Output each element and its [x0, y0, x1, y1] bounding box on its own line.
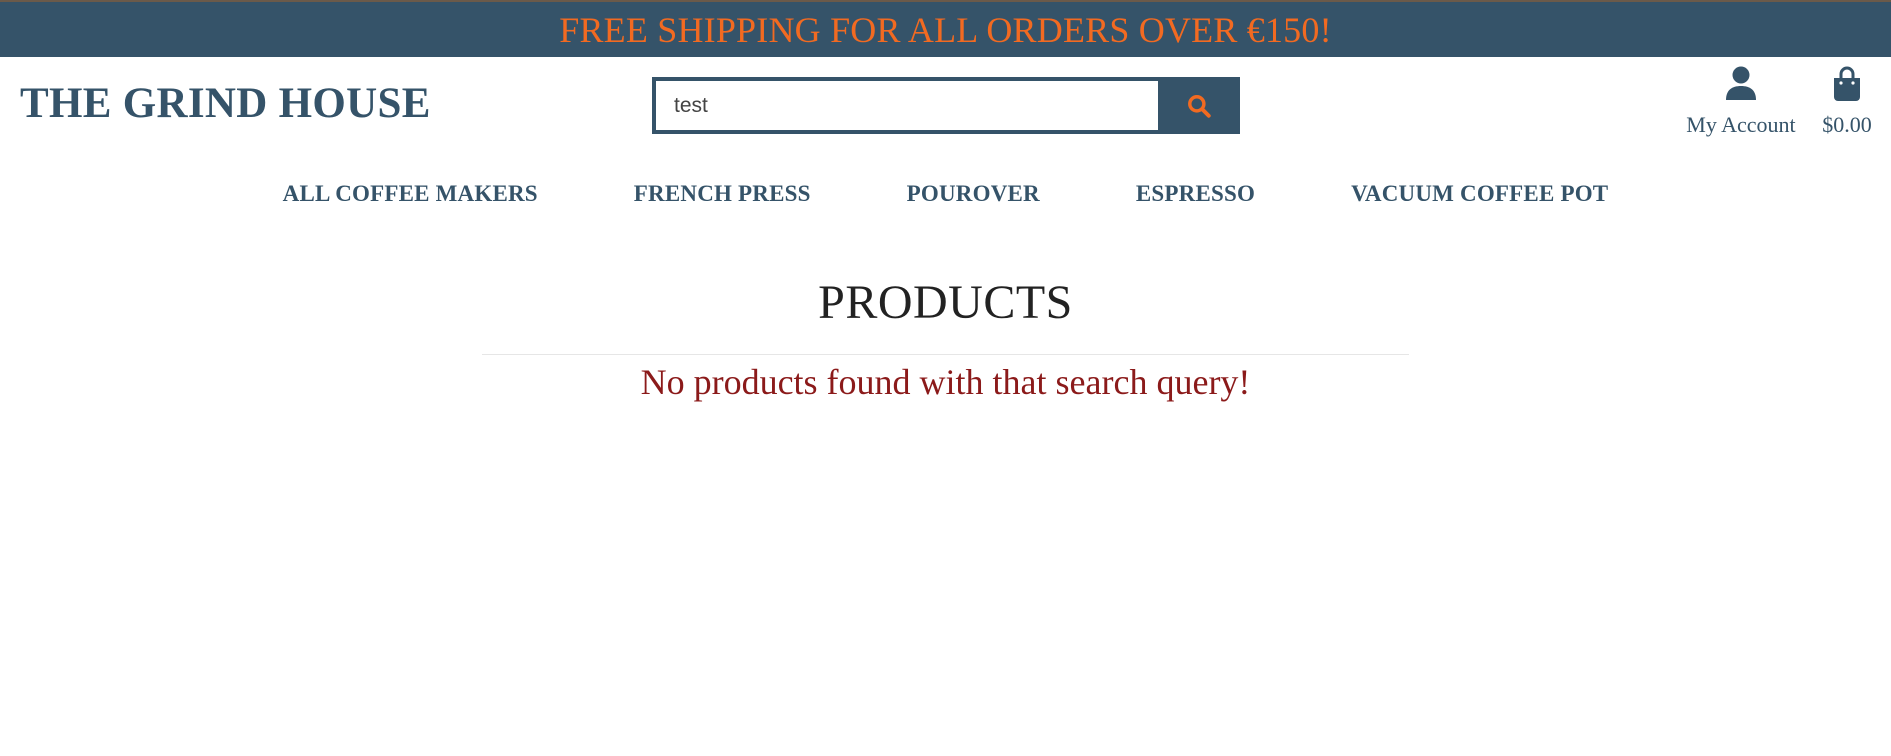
title-divider: [482, 354, 1409, 355]
site-logo[interactable]: THE GRIND HOUSE: [20, 82, 431, 125]
main-navigation: ALL COFFEE MAKERS FRENCH PRESS POUROVER …: [0, 181, 1891, 207]
my-account-label: My Account: [1686, 112, 1796, 137]
shopping-bag-link[interactable]: $0.00: [1814, 66, 1880, 138]
nav-item-espresso[interactable]: ESPRESSO: [1088, 181, 1303, 207]
search-form: [652, 77, 1240, 134]
shipping-banner-text: FREE SHIPPING FOR ALL ORDERS OVER €150!: [559, 9, 1332, 50]
user-icon: [1726, 66, 1756, 100]
my-account-link[interactable]: My Account: [1680, 66, 1802, 138]
page-title: PRODUCTS: [818, 276, 1073, 329]
no-results-message: No products found with that search query…: [640, 362, 1251, 402]
nav-item-vacuum-coffee-pot[interactable]: VACUUM COFFEE POT: [1303, 181, 1656, 207]
search-input[interactable]: [652, 77, 1158, 134]
bag-total: $0.00: [1822, 112, 1872, 137]
search-icon: [1188, 94, 1211, 118]
shipping-banner: FREE SHIPPING FOR ALL ORDERS OVER €150!: [0, 0, 1891, 57]
nav-item-french-press[interactable]: FRENCH PRESS: [586, 181, 859, 207]
shopping-bag-icon: [1834, 66, 1860, 101]
nav-item-pourover[interactable]: POUROVER: [859, 181, 1088, 207]
nav-item-all-coffee-makers[interactable]: ALL COFFEE MAKERS: [235, 181, 586, 207]
search-button[interactable]: [1158, 77, 1240, 134]
